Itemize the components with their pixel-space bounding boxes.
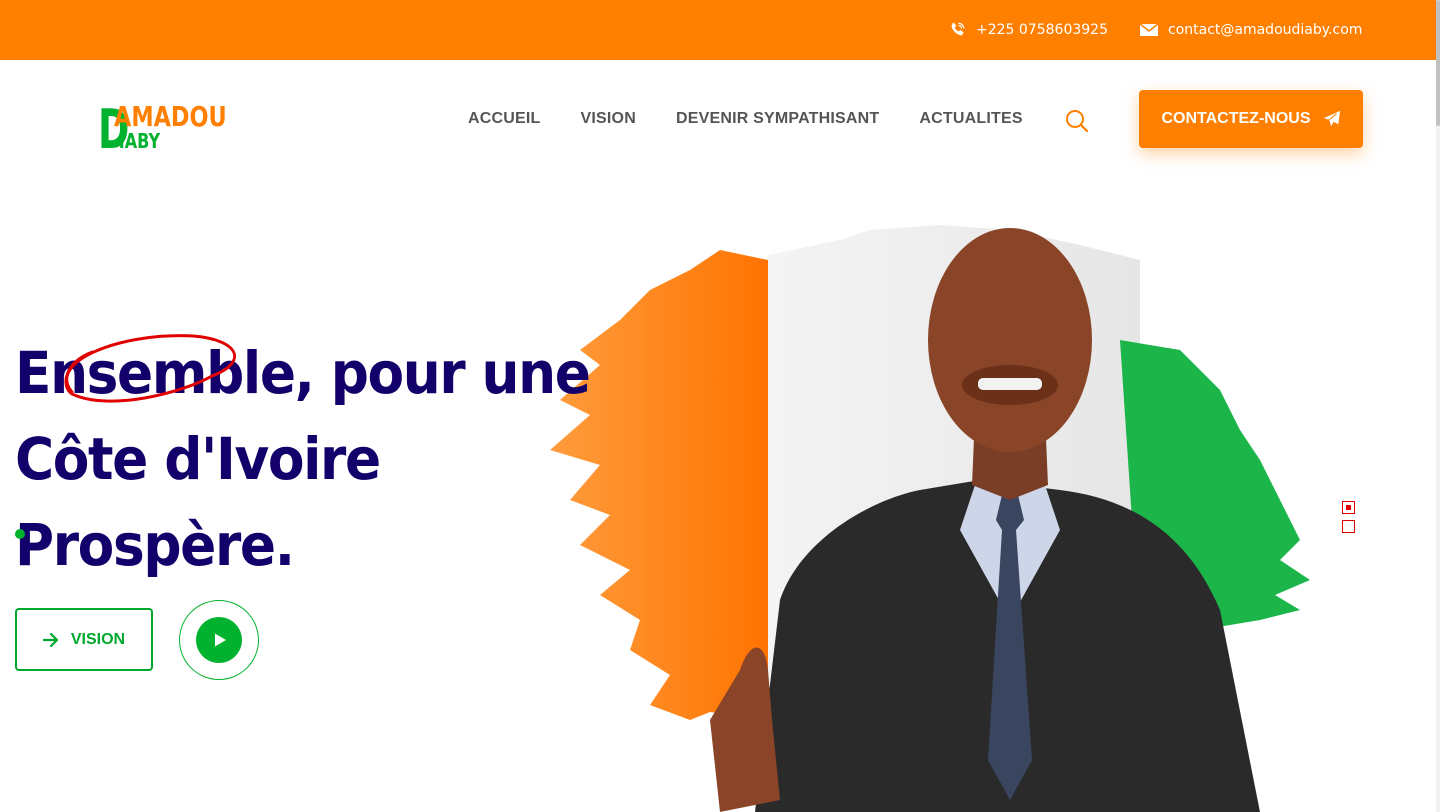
contact-button[interactable]: CONTACTEZ-NOUS <box>1139 90 1363 148</box>
mail-icon <box>1138 19 1160 41</box>
logo-line1: AMADOU <box>114 99 227 132</box>
slide-dot-1[interactable] <box>1342 501 1355 514</box>
site-header: D AMADOU IABY ACCUEIL VISION DEVENIR SYM… <box>0 60 1440 178</box>
play-icon <box>196 617 242 663</box>
nav-item-accueil[interactable]: ACCUEIL <box>468 110 541 128</box>
headline-circle-accent <box>64 334 236 403</box>
email-contact[interactable]: contact@amadoudiaby.com <box>1138 0 1362 60</box>
nav-item-devenir-sympathisant[interactable]: DEVENIR SYMPATHISANT <box>676 110 879 128</box>
headline-line2: Côte d'Ivoire Prospère. <box>15 425 381 579</box>
person-head <box>928 228 1092 452</box>
search-icon[interactable] <box>1064 108 1090 134</box>
hero-headline: Ensemble, pour une Côte d'Ivoire Prospèr… <box>15 330 604 588</box>
scrollbar-thumb[interactable] <box>1436 0 1440 126</box>
logo-line2: IABY <box>119 130 161 152</box>
nav-item-actualites[interactable]: ACTUALITES <box>919 110 1022 128</box>
page-scrollbar[interactable] <box>1436 0 1440 812</box>
site-logo[interactable]: D AMADOU IABY <box>98 96 228 161</box>
contact-button-label: CONTACTEZ-NOUS <box>1161 110 1311 127</box>
nav-item-vision[interactable]: VISION <box>581 110 636 128</box>
vision-button[interactable]: VISION <box>15 608 153 671</box>
email-address: contact@amadoudiaby.com <box>1168 22 1363 38</box>
hero-image <box>540 200 1340 812</box>
main-nav: ACCUEIL VISION DEVENIR SYMPATHISANT ACTU… <box>468 60 1063 178</box>
headline-line1-wrap: Ensemble, pour une <box>15 330 604 416</box>
vision-button-label: VISION <box>70 630 126 648</box>
slider-pagination <box>1342 501 1355 539</box>
phone-icon <box>946 19 968 41</box>
phone-contact[interactable]: +225 0758603925 <box>946 0 1108 60</box>
paper-plane-icon <box>1323 110 1341 128</box>
slide-dot-2[interactable] <box>1342 520 1355 533</box>
play-video-button[interactable] <box>179 600 259 680</box>
arrow-right-icon <box>42 632 59 647</box>
person-smile <box>978 378 1042 390</box>
decorative-dot <box>15 529 25 539</box>
phone-number: +225 0758603925 <box>976 22 1108 38</box>
top-contact-bar: +225 0758603925 contact@amadoudiaby.com <box>0 0 1440 60</box>
